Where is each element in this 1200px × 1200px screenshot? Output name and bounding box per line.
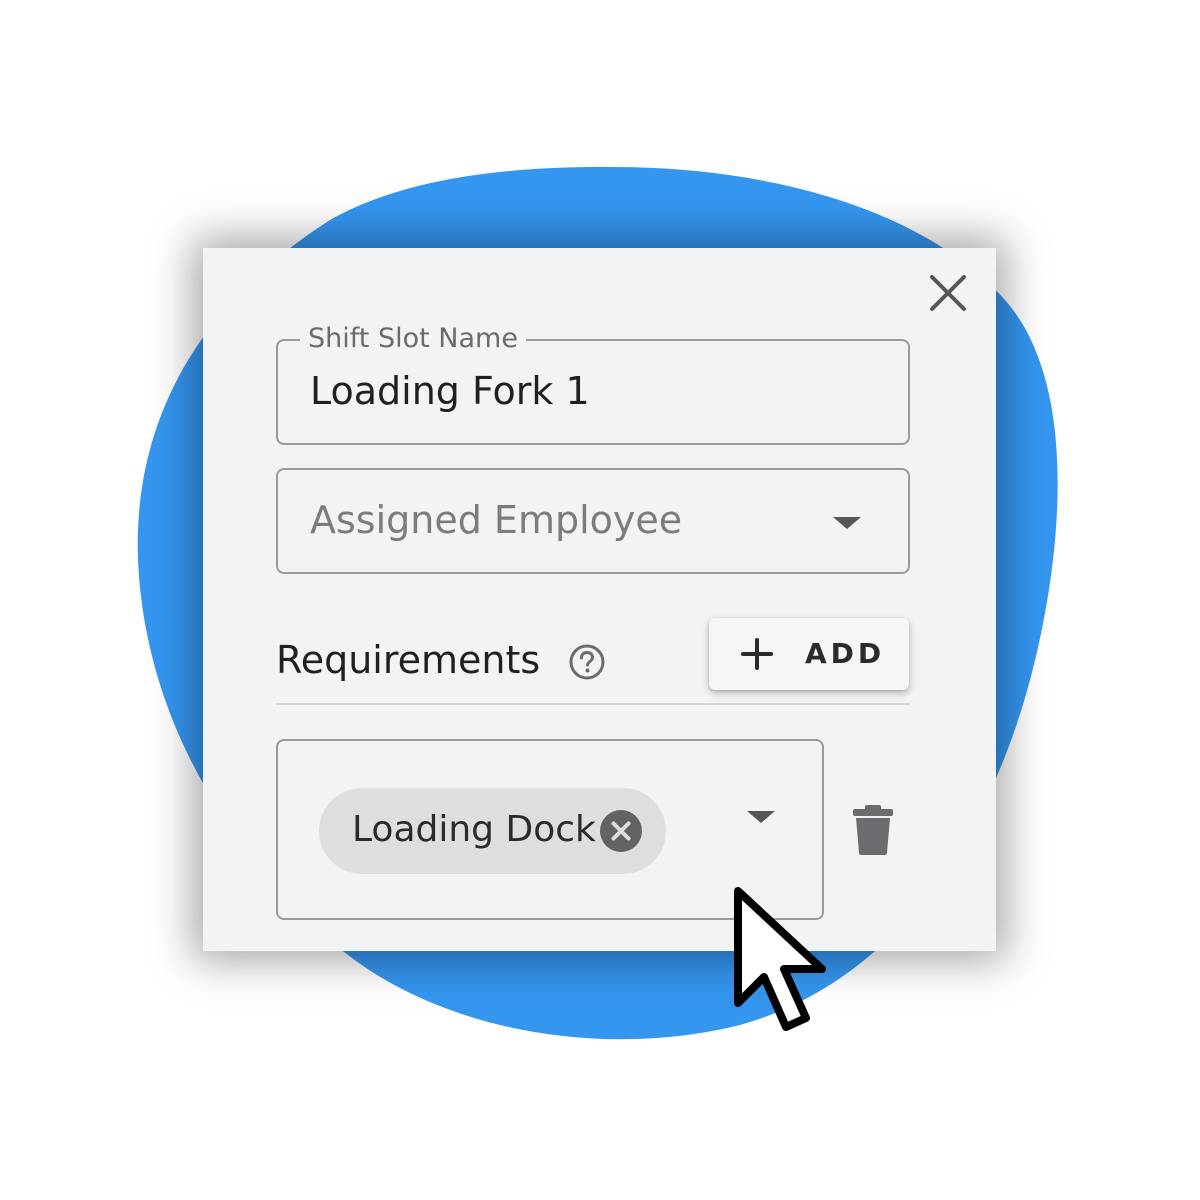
assigned-employee-placeholder: Assigned Employee [310, 498, 683, 542]
delete-requirement-button[interactable] [851, 804, 895, 856]
close-button[interactable] [923, 268, 973, 318]
shift-slot-name-label: Shift Slot Name [300, 323, 526, 355]
add-button-label: ADD [805, 637, 886, 670]
chip-remove-button[interactable] [599, 809, 643, 853]
plus-icon [741, 638, 773, 670]
chevron-down-icon [747, 811, 775, 823]
requirement-chip: Loading Dock [319, 788, 666, 874]
close-circle-icon [600, 810, 642, 852]
shift-slot-dialog: Shift Slot Name Loading Fork 1 Assigned … [203, 248, 996, 951]
chevron-down-icon [833, 517, 861, 529]
shift-slot-name-input[interactable]: Loading Fork 1 [310, 367, 590, 415]
stage: Shift Slot Name Loading Fork 1 Assigned … [0, 0, 1200, 1200]
mouse-pointer-icon [734, 887, 826, 1031]
help-circle-icon [569, 644, 605, 680]
divider [276, 703, 910, 705]
trash-icon [853, 805, 893, 855]
requirement-chip-label: Loading Dock [352, 809, 596, 850]
requirements-heading: Requirements [276, 638, 541, 682]
assigned-employee-select[interactable]: Assigned Employee [276, 468, 910, 574]
shift-slot-name-field[interactable]: Shift Slot Name Loading Fork 1 [276, 323, 910, 445]
close-icon [930, 275, 966, 311]
help-button[interactable] [568, 643, 606, 681]
add-requirement-button[interactable]: ADD [709, 618, 909, 690]
